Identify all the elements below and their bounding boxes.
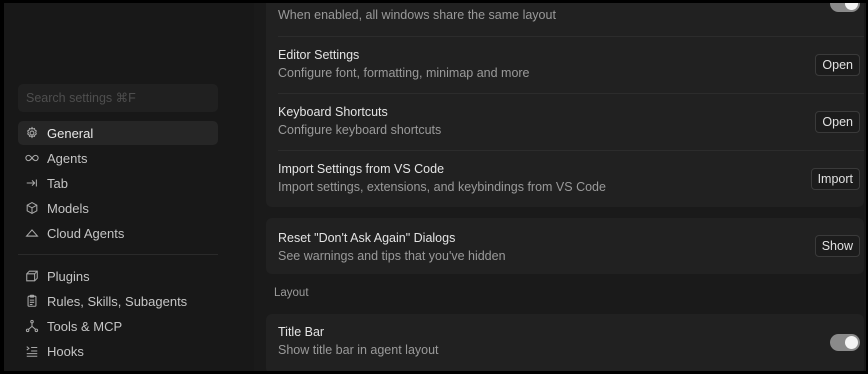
cloud-icon [24, 226, 39, 241]
cube-icon [24, 201, 39, 216]
sidebar-item-label: General [47, 125, 94, 141]
keyboard-shortcuts-open-button[interactable]: Open [815, 111, 860, 133]
tools-network-icon [24, 319, 39, 334]
title-bar-title: Title Bar [278, 325, 325, 339]
clipboard-icon [24, 294, 39, 309]
keyboard-shortcuts-row: Keyboard Shortcuts Configure keyboard sh… [266, 94, 864, 150]
sidebar-item-label: Tools & MCP [47, 318, 123, 334]
reset-dialogs-row: Reset "Don't Ask Again" Dialogs See warn… [266, 218, 864, 274]
shared-layout-toggle[interactable] [830, 3, 860, 12]
title-bar-description: Show title bar in agent layout [278, 343, 439, 357]
editor-settings-open-button[interactable]: Open [815, 54, 860, 76]
hooks-list-icon [24, 344, 39, 359]
editor-settings-title: Editor Settings [278, 48, 360, 62]
layout-section-label: Layout [274, 287, 309, 299]
sidebar-item-label: Models [47, 200, 89, 216]
keyboard-shortcuts-description: Configure keyboard shortcuts [278, 123, 442, 137]
title-bar-row: Title Bar Show title bar in agent layout [266, 314, 864, 371]
search-box[interactable] [18, 84, 218, 112]
sidebar-item-label: Hooks [47, 343, 84, 359]
sidebar-item-models[interactable]: Models [18, 196, 218, 220]
import-vscode-description: Import settings, extensions, and keybind… [278, 180, 606, 194]
sidebar-item-tools-mcp[interactable]: Tools & MCP [18, 314, 218, 338]
gear-icon [24, 126, 39, 141]
sidebar-item-label: Plugins [47, 268, 90, 284]
reset-dialogs-title: Reset "Don't Ask Again" Dialogs [278, 231, 456, 245]
toggle-knob [845, 3, 858, 10]
layout-card: Title Bar Show title bar in agent layout [266, 314, 864, 371]
title-bar-toggle[interactable] [830, 334, 860, 351]
sidebar-item-general[interactable]: General [18, 121, 218, 145]
editor-settings-row: Editor Settings Configure font, formatti… [266, 37, 864, 93]
sidebar-item-label: Cloud Agents [47, 225, 125, 241]
toggle-knob [845, 336, 858, 349]
shared-layout-row: When enabled, all windows share the same… [266, 3, 864, 36]
tab-arrow-icon [24, 176, 39, 191]
reset-dialogs-card: Reset "Don't Ask Again" Dialogs See warn… [266, 218, 864, 274]
search-input[interactable] [26, 84, 210, 112]
editor-settings-description: Configure font, formatting, minimap and … [278, 66, 530, 80]
sidebar: General Agents Tab Models Cloud Agents [4, 3, 254, 371]
general-settings-card: When enabled, all windows share the same… [266, 3, 864, 207]
sidebar-item-cloud-agents[interactable]: Cloud Agents [18, 221, 218, 245]
sidebar-item-agents[interactable]: Agents [18, 146, 218, 170]
sidebar-item-hooks[interactable]: Hooks [18, 339, 218, 363]
reset-dialogs-description: See warnings and tips that you've hidden [278, 249, 506, 263]
sidebar-item-plugins[interactable]: Plugins [18, 264, 218, 288]
sidebar-item-tab[interactable]: Tab [18, 171, 218, 195]
sidebar-item-rules[interactable]: Rules, Skills, Subagents [18, 289, 218, 313]
shared-layout-description: When enabled, all windows share the same… [278, 8, 556, 22]
package-icon [24, 269, 39, 284]
keyboard-shortcuts-title: Keyboard Shortcuts [278, 105, 388, 119]
import-vscode-row: Import Settings from VS Code Import sett… [266, 151, 864, 207]
sidebar-item-label: Agents [47, 150, 88, 166]
import-vscode-button[interactable]: Import [810, 168, 860, 190]
settings-window: General Agents Tab Models Cloud Agents [4, 3, 866, 371]
import-vscode-title: Import Settings from VS Code [278, 162, 445, 176]
infinity-icon [24, 151, 39, 166]
sidebar-divider [18, 254, 218, 255]
sidebar-item-label: Rules, Skills, Subagents [47, 293, 188, 309]
reset-dialogs-show-button[interactable]: Show [814, 235, 860, 257]
settings-main: When enabled, all windows share the same… [254, 3, 866, 371]
sidebar-item-label: Tab [47, 175, 68, 191]
